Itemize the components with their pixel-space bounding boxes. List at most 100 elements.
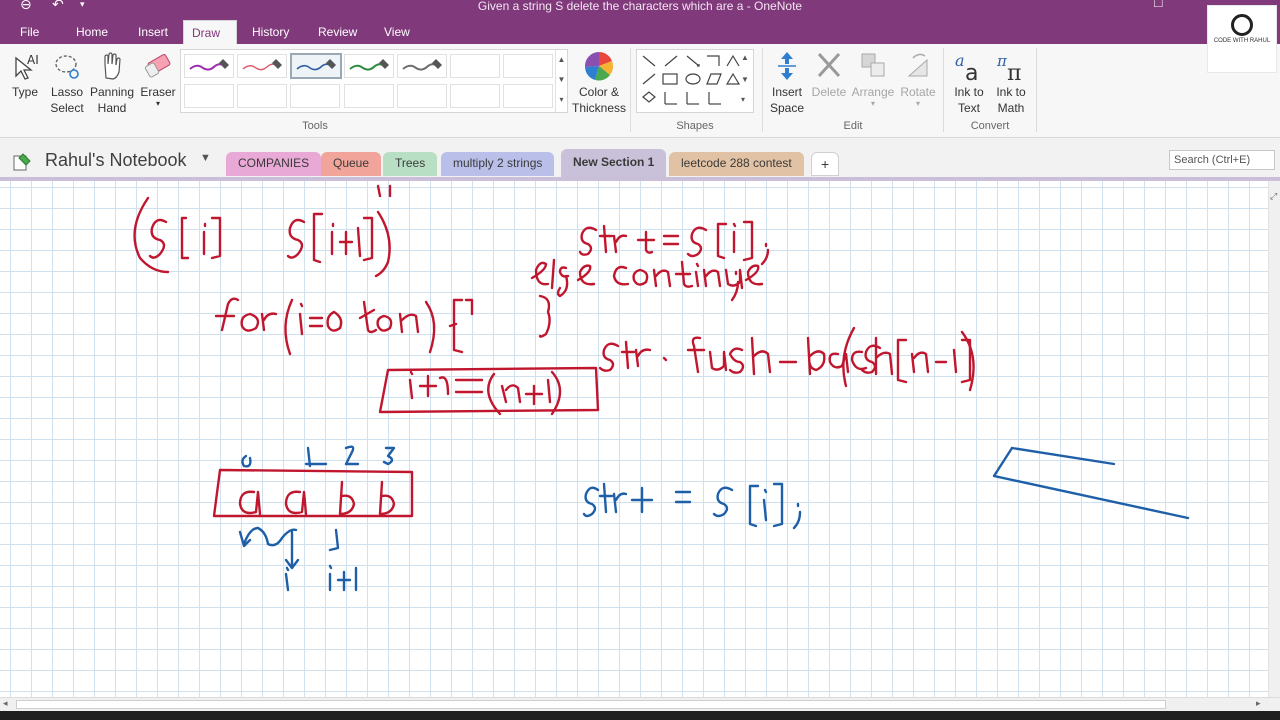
expand-icon[interactable]: ⤢ [1270, 191, 1277, 202]
horizontal-scrollbar[interactable]: ◂ ▸ [0, 697, 1280, 711]
horizontal-scroll-thumb[interactable] [16, 700, 1166, 709]
pen-empty-slot[interactable] [450, 54, 500, 78]
vertical-scrollbar[interactable]: ⤢ [1268, 181, 1280, 697]
pen-empty-slot[interactable] [397, 84, 447, 108]
lasso-select-button[interactable]: Lasso Select [46, 50, 88, 116]
separator [1036, 48, 1037, 132]
note-canvas[interactable] [0, 181, 1268, 697]
section-tab-queue[interactable]: Queue [321, 152, 382, 176]
title-bar: ⊖ ↶ ▾ Given a string S delete the charac… [0, 0, 1280, 20]
pen-stroke-icon [189, 59, 229, 71]
arrange-button[interactable]: Arrange ▾ [850, 50, 896, 108]
svg-text:a: a [965, 61, 978, 82]
eraser-icon [144, 54, 171, 78]
type-cursor-icon: AI [15, 53, 39, 80]
lasso-icon [55, 55, 79, 79]
ink-to-math-label: Ink to Math [996, 85, 1026, 115]
panning-hand-button[interactable]: Panning Hand [88, 50, 136, 116]
svg-text:▲: ▲ [741, 53, 749, 62]
hand-icon [104, 52, 121, 80]
pen-empty-slot[interactable] [503, 54, 553, 78]
type-button[interactable]: AI Type [4, 50, 46, 100]
ribbon: AI Type Lasso Select Panning Hand Eraser… [0, 44, 1280, 138]
pen-stroke-icon [349, 59, 389, 71]
logo-text: CODE WITH RAHUL [1213, 38, 1271, 44]
notebook-bar: Rahul's Notebook ▼ COMPANIES Queue Trees… [0, 138, 1280, 180]
svg-text:π: π [1007, 61, 1021, 82]
edit-group-label: Edit [843, 120, 863, 132]
pen-stroke-icon [242, 59, 282, 71]
panning-hand-label: Panning Hand [89, 85, 135, 115]
pen-empty-slot[interactable] [503, 84, 553, 108]
svg-text:▾: ▾ [741, 95, 745, 104]
shapes-icon: ▲ ▼ ▾ [642, 53, 749, 105]
menu-tab-insert[interactable]: Insert [130, 20, 176, 44]
tools-group-label: Tools [302, 120, 328, 132]
ink-to-text-icon: a a [955, 51, 978, 82]
ink-to-text-label: Ink to Text [954, 85, 984, 115]
section-tab-trees[interactable]: Trees [383, 152, 438, 176]
color-thickness-button[interactable]: Color & Thickness [572, 50, 626, 116]
rotate-icon [907, 53, 928, 77]
insert-space-button[interactable]: Insert Space [766, 50, 808, 116]
arrange-dropdown-icon[interactable]: ▾ [850, 100, 896, 108]
delete-label: Delete [811, 85, 847, 99]
menu-tab-draw[interactable]: Draw [183, 20, 237, 45]
type-label: Type [11, 85, 38, 99]
ink-to-math-icon: π π [996, 52, 1021, 82]
menu-tab-home[interactable]: Home [68, 20, 116, 44]
menu-tab-review[interactable]: Review [310, 20, 365, 44]
restore-icon[interactable]: □ [1154, 0, 1162, 10]
scroll-right-icon[interactable]: ▸ [1256, 698, 1261, 709]
pen-empty-slot[interactable] [184, 84, 234, 108]
separator [630, 48, 631, 132]
scroll-left-icon[interactable]: ◂ [3, 698, 8, 709]
window-title: Given a string S delete the characters w… [477, 0, 803, 13]
pen-empty-slot[interactable] [237, 84, 287, 108]
notebook-dropdown-icon[interactable]: ▼ [200, 152, 211, 164]
pen-red[interactable] [237, 54, 287, 78]
shapes-group-label: Shapes [676, 120, 714, 132]
arrange-label: Arrange [851, 85, 895, 99]
search-input[interactable]: Search (Ctrl+E) [1169, 150, 1275, 170]
separator [943, 48, 944, 132]
taskbar-strip [0, 711, 1280, 720]
add-section-button[interactable]: + [811, 152, 840, 176]
pen-purple[interactable] [184, 54, 234, 78]
section-tab-companies[interactable]: COMPANIES [226, 152, 322, 176]
section-tab-new-section-1[interactable]: New Section 1 [561, 149, 667, 177]
pen-empty-slot[interactable] [450, 84, 500, 108]
section-tab-leetcode-288-contest[interactable]: leetcode 288 contest [669, 152, 804, 176]
separator [762, 48, 763, 132]
pen-empty-slot[interactable] [344, 84, 394, 108]
pen-empty-slot[interactable] [290, 84, 340, 108]
rotate-label: Rotate [900, 85, 936, 99]
rotate-button[interactable]: Rotate ▾ [896, 50, 940, 108]
eraser-button[interactable]: Eraser ▾ [138, 50, 178, 108]
color-thickness-label: Color & Thickness [572, 85, 627, 115]
section-tab-multiply-2-strings[interactable]: multiply 2 strings [441, 152, 555, 176]
pen-gray[interactable] [397, 54, 447, 78]
eraser-dropdown-icon[interactable]: ▾ [138, 100, 178, 108]
delete-x-icon [817, 52, 841, 78]
notebook-name[interactable]: Rahul's Notebook [45, 150, 187, 171]
menu-tab-history[interactable]: History [244, 20, 297, 44]
ink-to-math-button[interactable]: π π Ink to Math [990, 50, 1032, 116]
pen-stroke-icon [402, 59, 442, 71]
menu-tab-view[interactable]: View [376, 20, 418, 44]
svg-text:AI: AI [27, 53, 39, 67]
rotate-dropdown-icon[interactable]: ▾ [896, 100, 940, 108]
pen-green[interactable] [344, 54, 394, 78]
pen-gallery-scroll[interactable]: ▲ ▼ ▾ [555, 50, 567, 112]
notebook-icon[interactable] [12, 152, 32, 172]
insert-space-label: Insert Space [769, 85, 805, 115]
shapes-gallery: ▲ ▼ ▾ [636, 49, 754, 113]
menu-tab-file[interactable]: File [12, 20, 47, 44]
insert-space-icon [778, 52, 796, 80]
pen-blue-selected[interactable] [290, 53, 342, 79]
convert-group-label: Convert [970, 120, 1010, 132]
delete-button[interactable]: Delete [808, 50, 850, 100]
svg-text:▼: ▼ [741, 75, 749, 84]
pen-gallery: ▲ ▼ ▾ [180, 49, 568, 113]
ink-to-text-button[interactable]: a a Ink to Text [948, 50, 990, 116]
